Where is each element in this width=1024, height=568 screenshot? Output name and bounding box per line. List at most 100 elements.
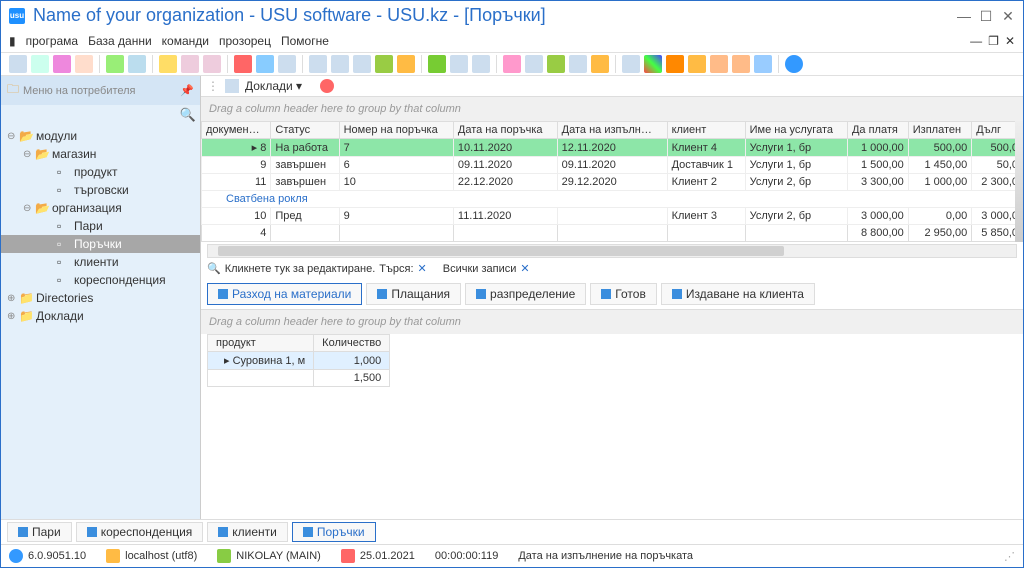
- col-product[interactable]: продукт: [208, 335, 314, 352]
- tool-icon[interactable]: [9, 55, 27, 73]
- clear-filter-icon[interactable]: ✕: [520, 262, 529, 275]
- minimize-button[interactable]: —: [957, 9, 971, 23]
- stop-icon[interactable]: [320, 79, 334, 93]
- document-tab[interactable]: Поръчки: [292, 522, 376, 542]
- tool-icon[interactable]: [203, 55, 221, 73]
- search-icon: 🔍: [207, 262, 221, 275]
- tool-icon[interactable]: [450, 55, 468, 73]
- palette-icon[interactable]: [644, 55, 662, 73]
- menu-item[interactable]: команди: [162, 34, 209, 48]
- feed-icon[interactable]: [666, 55, 684, 73]
- tree-node[interactable]: ⊖📂модули: [1, 127, 200, 145]
- detail-tab[interactable]: Готов: [590, 283, 657, 305]
- column-header[interactable]: клиент: [667, 122, 745, 139]
- column-header[interactable]: Дата на изпълн…: [557, 122, 667, 139]
- detail-tab[interactable]: Издаване на клиента: [661, 283, 815, 305]
- column-header[interactable]: Дата на поръчка: [453, 122, 557, 139]
- pin-icon[interactable]: 📌: [180, 84, 194, 97]
- tree-node[interactable]: ⊖📂магазин: [1, 145, 200, 163]
- tool-icon[interactable]: [569, 55, 587, 73]
- tool-icon[interactable]: [525, 55, 543, 73]
- group-row[interactable]: Сватбена рокля: [202, 191, 1023, 208]
- mdi-minimize-button[interactable]: —: [970, 34, 982, 48]
- resize-grip-icon[interactable]: ⋰: [1004, 550, 1015, 563]
- report-icon[interactable]: [225, 79, 239, 93]
- note-icon[interactable]: [397, 55, 415, 73]
- group-by-bar[interactable]: Drag a column header here to group by th…: [201, 97, 1023, 121]
- column-header[interactable]: Да платя: [847, 122, 908, 139]
- close-button[interactable]: ✕: [1001, 9, 1015, 23]
- info-icon[interactable]: [785, 55, 803, 73]
- refresh-icon[interactable]: [106, 55, 124, 73]
- filter-all-records[interactable]: Всички записи: [443, 263, 517, 275]
- wand-icon[interactable]: [754, 55, 772, 73]
- tool-icon[interactable]: [547, 55, 565, 73]
- trophy-icon[interactable]: [159, 55, 177, 73]
- column-header[interactable]: докумен…: [202, 122, 271, 139]
- search-icon[interactable]: 🔍: [180, 107, 196, 123]
- horizontal-scrollbar[interactable]: [207, 244, 1017, 258]
- table-row[interactable]: ▸ 8На работа710.11.202012.11.2020Клиент …: [202, 139, 1023, 157]
- menu-item[interactable]: Помогне: [281, 34, 329, 48]
- sidebar-title: Меню на потребителя: [23, 85, 180, 97]
- tree-node[interactable]: ⊕📁Directories: [1, 289, 200, 307]
- tool-icon[interactable]: [31, 55, 49, 73]
- document-tab[interactable]: клиенти: [207, 522, 288, 542]
- handle-icon[interactable]: ⋮: [207, 79, 219, 93]
- subgrid-group-by-bar[interactable]: Drag a column header here to group by th…: [201, 310, 1023, 334]
- table-row[interactable]: 9завършен609.11.202009.11.2020Доставчик …: [202, 157, 1023, 174]
- tree-node[interactable]: ⊖📂организация: [1, 199, 200, 217]
- tree-node[interactable]: ▫кореспонденция: [1, 271, 200, 289]
- tool-icon[interactable]: [472, 55, 490, 73]
- excel-icon[interactable]: [428, 55, 446, 73]
- tool-icon[interactable]: [353, 55, 371, 73]
- tool-icon[interactable]: [278, 55, 296, 73]
- status-date: 25.01.2021: [360, 550, 415, 562]
- tool-icon[interactable]: [53, 55, 71, 73]
- users-icon[interactable]: [732, 55, 750, 73]
- column-header[interactable]: Име на услугата: [745, 122, 847, 139]
- lock-icon[interactable]: [688, 55, 706, 73]
- tool-icon[interactable]: [181, 55, 199, 73]
- detail-tab[interactable]: разпределение: [465, 283, 586, 305]
- star-icon[interactable]: [503, 55, 521, 73]
- tree-node[interactable]: ⊕📁Доклади: [1, 307, 200, 325]
- user-icon[interactable]: [710, 55, 728, 73]
- table-row[interactable]: 11завършен1022.12.202029.12.2020Клиент 2…: [202, 174, 1023, 191]
- orders-grid[interactable]: докумен…СтатусНомер на поръчкаДата на по…: [201, 121, 1023, 242]
- mdi-restore-button[interactable]: ❐: [988, 34, 999, 48]
- col-quantity[interactable]: Количество: [314, 335, 390, 352]
- maximize-button[interactable]: ☐: [979, 9, 993, 23]
- mdi-close-button[interactable]: ✕: [1005, 34, 1015, 48]
- tree-node[interactable]: ▫Пари: [1, 217, 200, 235]
- column-header[interactable]: Изплатен: [908, 122, 972, 139]
- tool-icon[interactable]: [331, 55, 349, 73]
- materials-grid[interactable]: продукт Количество ▸ Суровина 1, м 1,000…: [207, 334, 390, 387]
- clear-search-icon[interactable]: ✕: [418, 262, 427, 275]
- tree-node[interactable]: ▫клиенти: [1, 253, 200, 271]
- detail-tab[interactable]: Плащания: [366, 283, 461, 305]
- tree-node[interactable]: ▫Поръчки: [1, 235, 200, 253]
- filter-edit-hint[interactable]: Кликнете тук за редактиране.: [225, 263, 376, 275]
- column-header[interactable]: Номер на поръчка: [339, 122, 453, 139]
- reports-dropdown[interactable]: Доклади ▾: [245, 79, 302, 93]
- tree-node[interactable]: ▫продукт: [1, 163, 200, 181]
- flag-icon[interactable]: [234, 55, 252, 73]
- table-row[interactable]: 10Пред911.11.2020Клиент 3Услуги 2, бр3 0…: [202, 208, 1023, 225]
- menu-item[interactable]: програма: [26, 34, 79, 48]
- menu-item[interactable]: База данни: [88, 34, 152, 48]
- tool-icon[interactable]: [309, 55, 327, 73]
- tool-icon[interactable]: [75, 55, 93, 73]
- gear-icon[interactable]: [622, 55, 640, 73]
- column-header[interactable]: Статус: [271, 122, 339, 139]
- pin-icon[interactable]: [591, 55, 609, 73]
- detail-tab[interactable]: Разход на материали: [207, 283, 362, 305]
- document-tab[interactable]: кореспонденция: [76, 522, 204, 542]
- search-icon[interactable]: [128, 55, 146, 73]
- image-icon[interactable]: [256, 55, 274, 73]
- tree-node[interactable]: ▫търговски: [1, 181, 200, 199]
- column-header[interactable]: Дълг: [972, 122, 1023, 139]
- add-icon[interactable]: [375, 55, 393, 73]
- menu-item[interactable]: прозорец: [219, 34, 271, 48]
- document-tab[interactable]: Пари: [7, 522, 72, 542]
